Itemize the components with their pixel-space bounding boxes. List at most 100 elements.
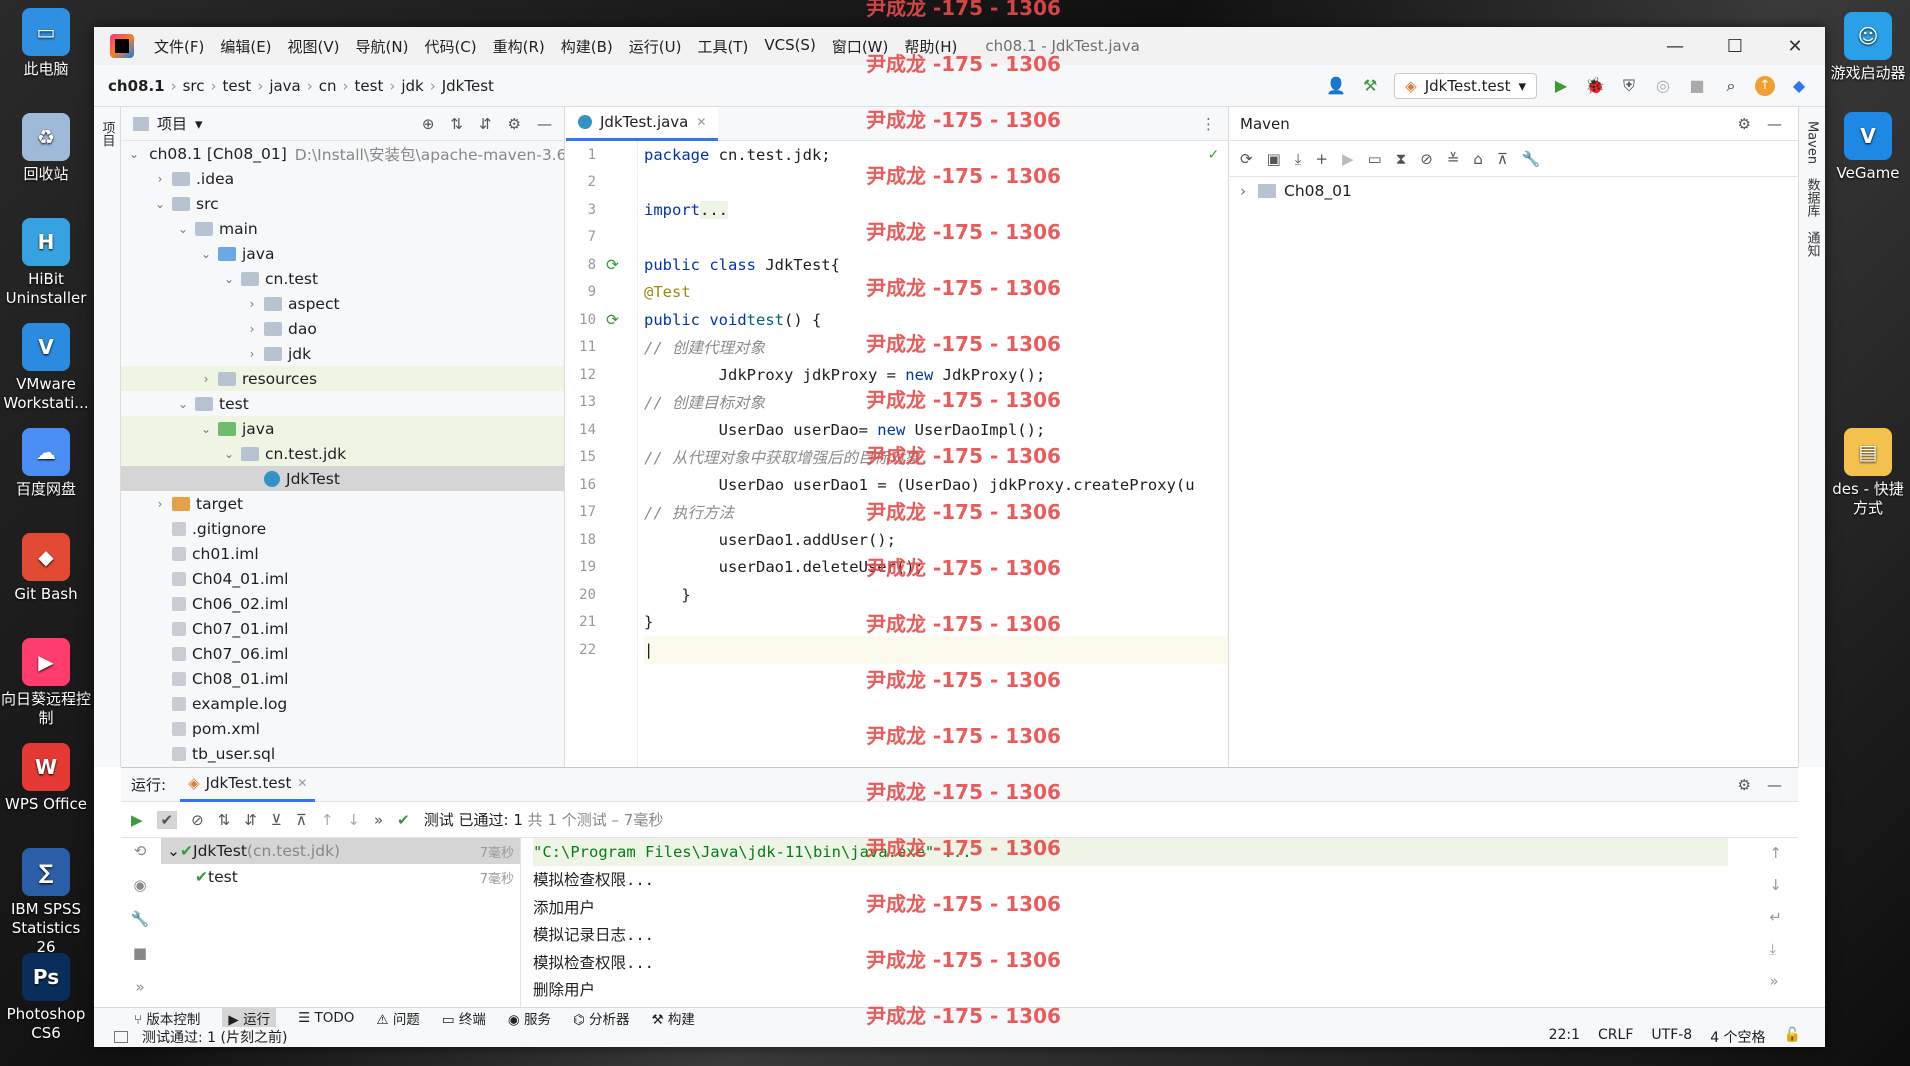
chevron-down-icon[interactable]: ⌄	[198, 422, 214, 436]
tree-item[interactable]: ⌄ ch08.1 [Ch08_01] D:\Install\安装包\apache-m…	[121, 141, 564, 166]
minimize-button[interactable]: —	[1645, 36, 1705, 57]
maximize-button[interactable]: ☐	[1705, 36, 1765, 57]
chevron-down-icon[interactable]: ⌄	[175, 222, 191, 236]
chevron-down-icon[interactable]: ⌄	[175, 397, 191, 411]
run-icon[interactable]: ▶	[1551, 76, 1571, 96]
scroll-down-icon[interactable]: ↓	[1769, 876, 1782, 894]
tool-window-button[interactable]: ⑂ 版本控制	[134, 1008, 200, 1028]
reload-icon[interactable]: ⟳	[1240, 150, 1253, 168]
chevron-down-icon[interactable]: ▾	[195, 115, 203, 133]
console-output[interactable]: "C:\Program Files\Java\jdk-11\bin\java.e…	[525, 838, 1728, 1007]
menu-item[interactable]: VCS(S)	[756, 36, 823, 57]
close-icon[interactable]: ✕	[297, 776, 307, 790]
more-options-icon[interactable]: ⋮	[1201, 115, 1228, 133]
desktop-icon[interactable]: ▭ 此电脑	[0, 8, 92, 79]
tree-item[interactable]: › resources	[121, 366, 564, 391]
close-icon[interactable]: ✕	[696, 115, 706, 129]
test-item[interactable]: ✔ test 7毫秒	[161, 864, 520, 890]
chevron-right-icon[interactable]: ›	[152, 172, 168, 186]
menu-item[interactable]: 窗口(W)	[824, 36, 897, 57]
tree-item[interactable]: .gitignore	[121, 516, 564, 541]
desktop-icon[interactable]: H HiBit Uninstaller	[0, 218, 92, 308]
execute-goal-icon[interactable]: ▭	[1368, 150, 1382, 168]
more-icon[interactable]: »	[1769, 972, 1782, 990]
tree-item[interactable]: ⌄ java	[121, 241, 564, 266]
tool-window-button[interactable]: ▶ 运行	[222, 1008, 277, 1028]
breadcrumb-item[interactable]: jdk	[401, 77, 423, 95]
desktop-icon[interactable]: ∑ IBM SPSS Statistics 26	[0, 848, 92, 957]
scroll-up-icon[interactable]: ↑	[1769, 844, 1782, 862]
file-encoding[interactable]: UTF-8	[1651, 1027, 1692, 1047]
tree-item[interactable]: ⌄ cn.test	[121, 266, 564, 291]
tree-item[interactable]: ⌄ cn.test.jdk	[121, 441, 564, 466]
close-button[interactable]: ✕	[1765, 36, 1825, 57]
desktop-icon[interactable]: ☁ 百度网盘	[0, 428, 92, 499]
chevron-down-icon[interactable]: ⌄	[221, 272, 237, 286]
tree-item[interactable]: › target	[121, 491, 564, 516]
camera-icon[interactable]: ◉	[133, 876, 146, 894]
toggle-offline-icon[interactable]: ⧗	[1396, 150, 1407, 168]
chevron-down-icon[interactable]: ⌄	[152, 197, 168, 211]
hide-icon[interactable]: —	[1767, 115, 1782, 133]
debug-icon[interactable]: 🐞	[1585, 76, 1605, 96]
right-tool-button[interactable]: 数据库	[1803, 178, 1822, 217]
desktop-icon[interactable]: ◆ Git Bash	[0, 533, 92, 604]
desktop-icon[interactable]: ▶ 向日葵远程控制	[0, 638, 92, 728]
tree-item[interactable]: ⌄ src	[121, 191, 564, 216]
tool-window-button[interactable]: ▭ 终端	[442, 1008, 486, 1028]
gear-icon[interactable]: ⚙	[1738, 115, 1751, 133]
chevron-right-icon[interactable]: ›	[244, 322, 260, 336]
collapse-all-icon[interactable]: ⇵	[479, 115, 492, 133]
wrench-icon[interactable]: 🔧	[131, 910, 150, 928]
chevron-right-icon[interactable]: ›	[198, 372, 214, 386]
panel-toggle-icon[interactable]	[114, 1031, 128, 1043]
tree-item[interactable]: › aspect	[121, 291, 564, 316]
menu-item[interactable]: 导航(N)	[348, 36, 417, 57]
desktop-icon[interactable]: ▤ des - 快捷方式	[1826, 428, 1910, 518]
build-hammer-icon[interactable]: ⚒	[1360, 76, 1380, 96]
download-icon[interactable]: ⤓	[1295, 150, 1302, 168]
gear-icon[interactable]: ⚙	[508, 115, 521, 133]
editor-tab-jdktest[interactable]: JdkTest.java ✕	[566, 106, 719, 141]
menu-item[interactable]: 视图(V)	[280, 36, 348, 57]
tree-item[interactable]: Ch04_01.iml	[121, 566, 564, 591]
show-passed-icon[interactable]: ✔	[156, 810, 178, 829]
stop-icon[interactable]: ■	[1687, 76, 1707, 96]
tree-item[interactable]: Ch07_06.iml	[121, 641, 564, 666]
history-icon[interactable]: ⟲	[134, 842, 147, 860]
run-gutter-icon[interactable]: ⟳	[606, 311, 619, 329]
breadcrumb-item[interactable]: src	[183, 77, 205, 95]
expand-all-icon[interactable]: ⇅	[450, 115, 463, 133]
menu-item[interactable]: 重构(R)	[485, 36, 553, 57]
scroll-end-icon[interactable]: ⤓	[1769, 940, 1782, 958]
breadcrumb-item[interactable]: cn	[319, 77, 337, 95]
project-tool-button[interactable]: 项目	[98, 121, 117, 147]
generate-sources-icon[interactable]: ▣	[1267, 150, 1281, 168]
menu-item[interactable]: 帮助(H)	[896, 36, 965, 57]
tree-item[interactable]: ch01.iml	[121, 541, 564, 566]
tree-item[interactable]: › jdk	[121, 341, 564, 366]
user-icon[interactable]: 👤	[1326, 76, 1346, 96]
desktop-icon[interactable]: V VMware Workstati...	[0, 323, 92, 413]
chevron-down-icon[interactable]: ⌄	[129, 147, 139, 161]
coverage-icon[interactable]: ⛨	[1619, 76, 1639, 96]
update-icon[interactable]: ↑	[1755, 75, 1775, 96]
desktop-icon[interactable]: Ps Photoshop CS6	[0, 953, 92, 1043]
run-gutter-icon[interactable]: ⟳	[606, 256, 619, 274]
breadcrumb-item[interactable]: ch08.1	[108, 77, 165, 95]
tool-window-button[interactable]: ⚒ 构建	[652, 1008, 695, 1028]
tree-item[interactable]: Ch06_02.iml	[121, 591, 564, 616]
breadcrumb-item[interactable]: test	[355, 77, 384, 95]
hide-icon[interactable]: —	[537, 115, 552, 133]
tree-item[interactable]: › .idea	[121, 166, 564, 191]
menu-item[interactable]: 工具(T)	[689, 36, 756, 57]
next-icon[interactable]: ↓	[347, 811, 360, 829]
tree-item[interactable]: Ch07_01.iml	[121, 616, 564, 641]
show-dependencies-icon[interactable]: ≚	[1447, 150, 1460, 168]
run-tab[interactable]: ◈ JdkTest.test ✕	[180, 768, 316, 802]
tool-window-button[interactable]: ◉ 服务	[508, 1008, 551, 1028]
show-ignored-icon[interactable]: ⊘	[191, 811, 204, 829]
tree-item[interactable]: example.log	[121, 691, 564, 716]
wrench-icon[interactable]: 🔧	[1522, 150, 1541, 168]
tree-item[interactable]: ⌄ test	[121, 391, 564, 416]
